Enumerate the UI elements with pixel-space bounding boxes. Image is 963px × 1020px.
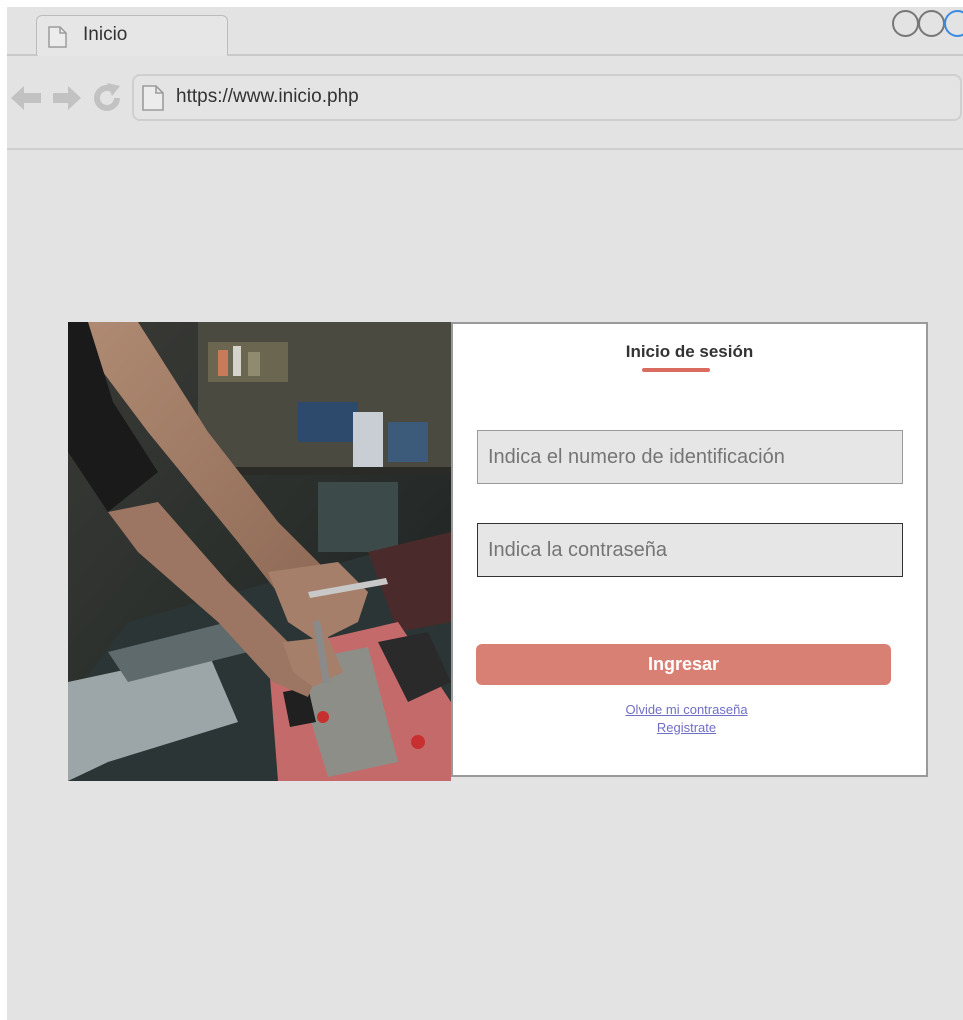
login-title: Inicio de sesión (625, 342, 754, 361)
tab-gap (38, 54, 227, 56)
maximize-button[interactable] (918, 10, 945, 37)
page-icon (142, 85, 164, 111)
id-number-input[interactable] (477, 430, 903, 484)
close-button[interactable] (944, 10, 963, 37)
toolbar-divider (7, 148, 963, 150)
browser-tab[interactable]: Inicio (36, 15, 228, 55)
back-arrow-icon[interactable] (9, 83, 43, 113)
login-panel: Inicio de sesión Ingresar Olvide mi cont… (451, 322, 928, 777)
tab-title: Inicio (83, 24, 128, 45)
url-text: https://www.inicio.php (176, 86, 359, 107)
password-input[interactable] (477, 523, 903, 577)
window-controls (892, 10, 963, 37)
mechanic-photo (68, 322, 451, 781)
forward-arrow-icon[interactable] (51, 83, 83, 113)
title-underline (642, 368, 710, 372)
register-link[interactable]: Registrate (450, 720, 923, 735)
page-icon (48, 26, 67, 48)
reload-icon[interactable] (92, 83, 122, 113)
forgot-password-link[interactable]: Olvide mi contraseña (450, 702, 923, 717)
minimize-button[interactable] (892, 10, 919, 37)
address-bar[interactable]: https://www.inicio.php (132, 74, 962, 121)
browser-window: Inicio https://www.inicio.php Inicio de … (7, 7, 963, 1020)
submit-button[interactable]: Ingresar (476, 644, 891, 685)
